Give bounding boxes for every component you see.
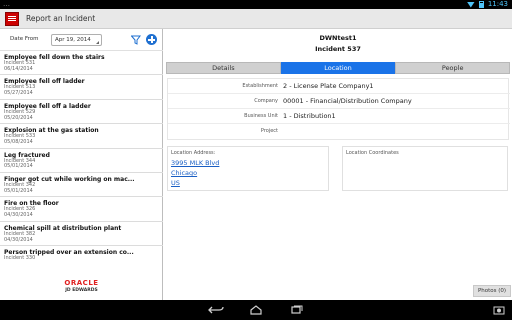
home-icon[interactable] [246, 305, 266, 315]
location-address-label: Location Address: [171, 150, 216, 156]
incident-date: 04/30/2014 [4, 212, 33, 219]
field-label: Business Unit [244, 113, 278, 119]
app-icon[interactable] [5, 12, 19, 26]
incident-date: 05/08/2014 [4, 138, 33, 145]
form-row-establishment[interactable]: Establishment 2 - License Plate Company1 [168, 79, 510, 94]
battery-icon [478, 1, 484, 8]
location-coordinates-label: Location Coordinates [346, 150, 399, 156]
incident-detail-panel: DWNtest1 Incident 537 Details Location P… [164, 29, 512, 300]
logo-jde-text: JD EDWARDS [65, 288, 98, 293]
clock: 11:43 [487, 0, 508, 8]
photos-button[interactable]: Photos (0) [473, 285, 511, 297]
detail-incident-number: Incident 537 [315, 45, 361, 53]
list-item[interactable]: Chemical spill at distribution plant Inc… [0, 222, 163, 247]
incident-list-panel: Date From Apr 19, 2014 Employee fell dow… [0, 29, 163, 300]
location-coordinates-card: Location Coordinates [342, 146, 508, 191]
incident-date: 05/01/2014 [4, 163, 33, 170]
incident-date: 06/14/2014 [4, 65, 33, 72]
list-item[interactable]: Person tripped over an extension co... I… [0, 246, 163, 268]
list-item[interactable]: Employee fell off a ladder Incident 529 … [0, 100, 163, 125]
form-row-business-unit[interactable]: Business Unit 1 - Distribution1 [168, 109, 510, 124]
recent-apps-icon[interactable] [286, 305, 306, 315]
location-form: Establishment 2 - License Plate Company1… [167, 78, 510, 140]
incident-date: 05/01/2014 [4, 187, 33, 194]
incident-date: 05/20/2014 [4, 114, 33, 121]
date-from-picker[interactable]: Apr 19, 2014 [51, 34, 102, 46]
action-bar: Report an Incident [0, 9, 512, 29]
incident-list: Employee fell down the stairs Incident 5… [0, 51, 163, 268]
detail-name: DWNtest1 [319, 34, 357, 42]
list-item[interactable]: Employee fell down the stairs Incident 5… [0, 51, 163, 76]
notification-icons: … [3, 0, 10, 8]
list-item[interactable]: Fire on the floor Incident 326 04/30/201… [0, 197, 163, 222]
list-item[interactable]: Employee fell off ladder Incident 513 05… [0, 75, 163, 100]
form-row-project[interactable]: Project [168, 124, 510, 139]
field-label: Project [260, 128, 278, 134]
wifi-icon [466, 1, 475, 8]
add-icon[interactable] [146, 34, 157, 45]
field-value: 1 - Distribution1 [283, 112, 336, 120]
field-label: Establishment [242, 83, 278, 89]
field-value: 00001 - Financial/Distribution Company [283, 97, 412, 105]
address-street-link[interactable]: 3995 MLK Blvd [171, 159, 219, 167]
location-address-card: Location Address: 3995 MLK Blvd Chicago … [167, 146, 329, 191]
list-item[interactable]: Leg fractured Incident 344 05/01/2014 [0, 149, 163, 173]
tab-location[interactable]: Location [280, 62, 396, 74]
back-icon[interactable] [206, 305, 226, 315]
field-value: 2 - License Plate Company1 [283, 82, 374, 90]
date-filter-row: Date From Apr 19, 2014 [0, 29, 163, 51]
status-bar: … 11:43 [0, 0, 512, 9]
address-country-link[interactable]: US [171, 179, 180, 187]
tab-details[interactable]: Details [166, 62, 281, 74]
incident-number: Incident 330 [4, 255, 36, 262]
address-city-link[interactable]: Chicago [171, 169, 197, 177]
form-row-company[interactable]: Company 00001 - Financial/Distribution C… [168, 94, 510, 109]
incident-date: 05/27/2014 [4, 90, 33, 97]
date-from-label: Date From [10, 36, 39, 42]
oracle-logo: ORACLE JD EDWARDS [0, 277, 163, 299]
screenshot-icon[interactable] [493, 305, 505, 315]
list-item[interactable]: Explosion at the gas station Incident 53… [0, 124, 163, 149]
field-label: Company [254, 98, 278, 104]
navigation-bar [0, 300, 512, 320]
logo-oracle-text: ORACLE [64, 279, 99, 287]
app-title: Report an Incident [26, 14, 96, 23]
incident-date: 04/30/2014 [4, 236, 33, 243]
status-right: 11:43 [466, 0, 508, 9]
list-item[interactable]: Finger got cut while working on mac... I… [0, 173, 163, 198]
filter-icon[interactable] [131, 35, 141, 45]
detail-tabs: Details Location People [166, 62, 511, 74]
tab-people[interactable]: People [395, 62, 511, 74]
